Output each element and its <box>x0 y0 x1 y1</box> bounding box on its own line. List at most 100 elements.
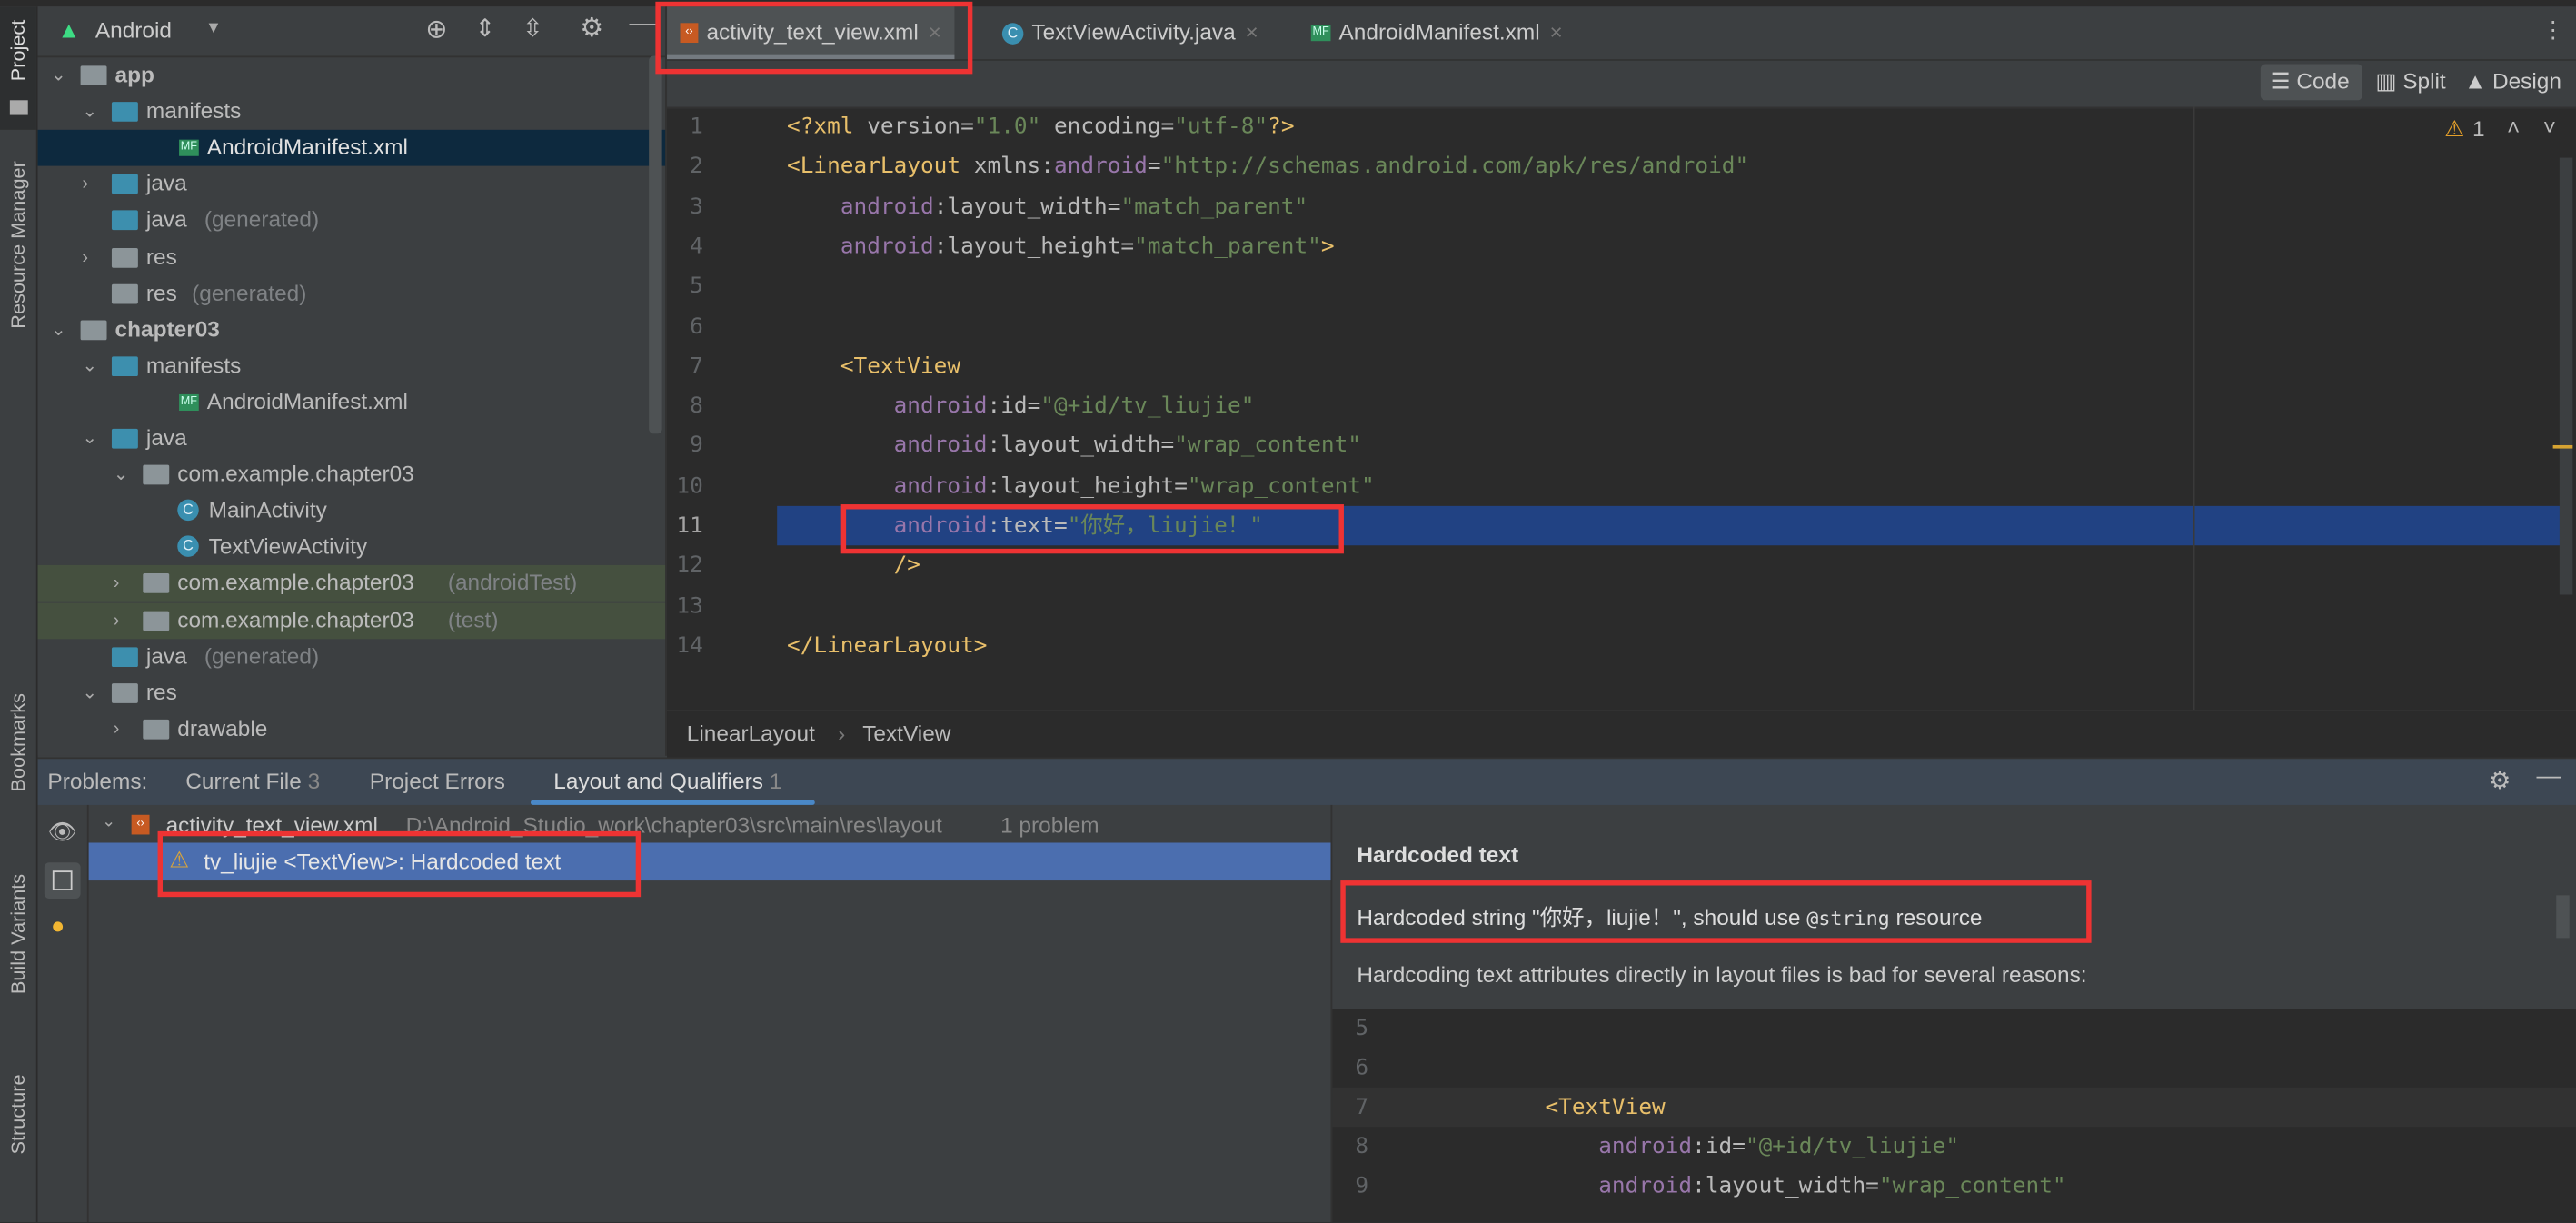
split-mode-button[interactable]: ▥ Split <box>2375 69 2445 95</box>
tab-layout-and-qualifiers[interactable]: Layout and Qualifiers 1 <box>553 769 781 793</box>
previous-highlight-icon[interactable]: ˄ <box>2507 115 2520 140</box>
code-text: <TextView <box>1492 1088 1665 1127</box>
hide-icon[interactable]: — <box>2537 762 2561 790</box>
tree-item[interactable]: java (generated) <box>38 639 667 675</box>
tree-item[interactable]: MF AndroidManifest.xml <box>38 384 667 421</box>
gear-icon[interactable]: ⚙ <box>2489 766 2511 795</box>
chevron-down-icon[interactable]: ⌄ <box>51 57 66 94</box>
code-text: </LinearLayout> <box>787 626 987 665</box>
tree-item[interactable]: ⌄ com.example.chapter03 <box>38 457 667 493</box>
warning-icon[interactable]: ⚠ <box>2444 116 2464 143</box>
tree-item[interactable]: › com.example.chapter03 (androidTest) <box>37 565 668 602</box>
tree-item[interactable]: ⌄ manifests <box>38 348 667 384</box>
chevron-down-icon[interactable]: ⌄ <box>82 421 97 457</box>
tab-label: Current File <box>185 769 302 794</box>
top-edge <box>0 0 2576 7</box>
tree-item-suffix: (generated) <box>192 280 307 305</box>
tree-item[interactable]: › java <box>38 166 667 203</box>
tree-item[interactable]: res (generated) <box>38 275 667 312</box>
tree-item[interactable]: java (generated) <box>38 203 667 239</box>
eye-icon[interactable]: 👁 <box>47 818 76 846</box>
warning-count[interactable]: 1 <box>2472 116 2485 141</box>
android-studio-window: Project Resource Manager Bookmarks Build… <box>0 0 2576 1223</box>
build-variants-tool-button[interactable]: Build Variants <box>6 874 29 994</box>
line-number: 9 <box>1355 1172 1369 1199</box>
breadcrumb-linearlayout[interactable]: LinearLayout <box>687 721 815 746</box>
close-icon[interactable]: × <box>1246 20 1258 45</box>
detail-scrollbar[interactable] <box>2556 895 2570 939</box>
code-editor[interactable]: 1 <?xml version="1.0" encoding="utf-8"?> 2… <box>667 107 2576 711</box>
line-number: 13 <box>676 592 703 619</box>
more-icon[interactable]: ⋮ <box>2541 16 2564 45</box>
tree-item-label: drawable <box>177 715 268 741</box>
chevron-right-icon[interactable]: › <box>114 711 120 747</box>
warning-stripe-marker[interactable] <box>2552 444 2573 449</box>
code-line: 9 android:layout_width="wrap_content" <box>1332 1167 2576 1206</box>
design-mode-button[interactable]: ▲ Design <box>2464 69 2561 94</box>
chevron-right-icon[interactable]: › <box>114 602 120 639</box>
code-line: 8 android:id="@+id/tv_liujie" <box>667 386 2576 425</box>
code-token: "wrap_content" <box>1187 472 1375 500</box>
chevron-down-icon[interactable]: ⌄ <box>82 348 97 384</box>
code-line: 8 android:id="@+id/tv_liujie" <box>1332 1127 2576 1166</box>
next-highlight-icon[interactable]: ˅ <box>2543 115 2556 140</box>
code-text: android:layout_width="wrap_content" <box>787 426 1361 465</box>
tree-item[interactable]: ⌄ manifests <box>38 94 667 130</box>
code-token: "match_parent" <box>1134 233 1321 260</box>
tree-item[interactable]: ⌄ app <box>38 57 667 94</box>
tree-item[interactable]: ⌄ res <box>38 675 667 711</box>
code-line: 9 android:layout_width="wrap_content" <box>667 426 2576 465</box>
annotation-box-line-11 <box>840 504 1344 554</box>
editor-tab[interactable]: C TextViewActivity.java × <box>989 6 1271 59</box>
chevron-right-icon[interactable]: › <box>82 239 88 275</box>
lightbulb-icon[interactable]: ● <box>51 911 65 938</box>
code-token: "@+id/tv_liujie" <box>1745 1133 1960 1160</box>
breadcrumb-textview[interactable]: TextView <box>862 721 950 746</box>
chevron-down-icon[interactable]: ⌄ <box>82 675 97 711</box>
chevron-down-icon[interactable]: ⌄ <box>102 813 115 831</box>
expand-all-icon[interactable]: ⇕ <box>475 13 496 43</box>
hide-icon[interactable]: — <box>629 10 655 40</box>
chevron-right-icon[interactable]: › <box>114 566 120 602</box>
chevron-down-icon[interactable]: ▼ <box>205 20 222 38</box>
tree-scrollbar[interactable] <box>649 55 662 434</box>
code-text: <LinearLayout xmlns:android="http://sche… <box>787 146 1748 185</box>
tree-item[interactable]: MF AndroidManifest.xml <box>37 130 668 166</box>
close-icon[interactable]: × <box>1550 20 1563 45</box>
editor-scrollbar[interactable] <box>2559 157 2573 595</box>
chevron-down-icon[interactable]: ⌄ <box>82 94 97 130</box>
view-selector[interactable]: Android <box>95 18 172 43</box>
tree-item[interactable]: ⌄ java <box>38 421 667 457</box>
folder-icon <box>111 355 138 376</box>
tab-label: AndroidManifest.xml <box>1338 19 1540 45</box>
annotation-box-detail <box>1340 880 2092 943</box>
gear-icon[interactable]: ⚙ <box>580 12 603 45</box>
chevron-down-icon[interactable]: ⌄ <box>114 457 129 493</box>
code-mode-button[interactable]: ☰ Code <box>2271 69 2350 95</box>
tab-current-file[interactable]: Current File 3 <box>185 769 320 793</box>
preview-toggle-icon[interactable] <box>44 862 81 899</box>
res-folder-icon <box>111 283 138 303</box>
editor-tab[interactable]: MF AndroidManifest.xml × <box>1298 6 1576 59</box>
tree-item[interactable]: C MainActivity <box>38 493 667 530</box>
split-label: Split <box>2402 68 2446 94</box>
chevron-right-icon[interactable]: › <box>82 166 88 203</box>
line-number: 3 <box>690 193 703 220</box>
tree-item-label: res <box>145 280 177 305</box>
tree-item[interactable]: C TextViewActivity <box>38 530 667 566</box>
locate-icon[interactable]: ⊕ <box>425 13 447 45</box>
code-line: 7 <TextView <box>667 346 2576 385</box>
tree-item[interactable]: › com.example.chapter03 (test) <box>37 602 668 639</box>
tree-item[interactable]: › drawable <box>38 711 667 747</box>
structure-tool-button[interactable]: Structure <box>6 1074 29 1154</box>
tree-item[interactable]: › res <box>38 239 667 275</box>
code-line: 1 <?xml version="1.0" encoding="utf-8"?> <box>667 107 2576 146</box>
chevron-down-icon[interactable]: ⌄ <box>51 312 66 348</box>
tab-project-errors[interactable]: Project Errors <box>370 769 505 793</box>
collapse-all-icon[interactable]: ⇳ <box>522 13 543 43</box>
tree-item[interactable]: ⌄ chapter03 <box>38 312 667 348</box>
